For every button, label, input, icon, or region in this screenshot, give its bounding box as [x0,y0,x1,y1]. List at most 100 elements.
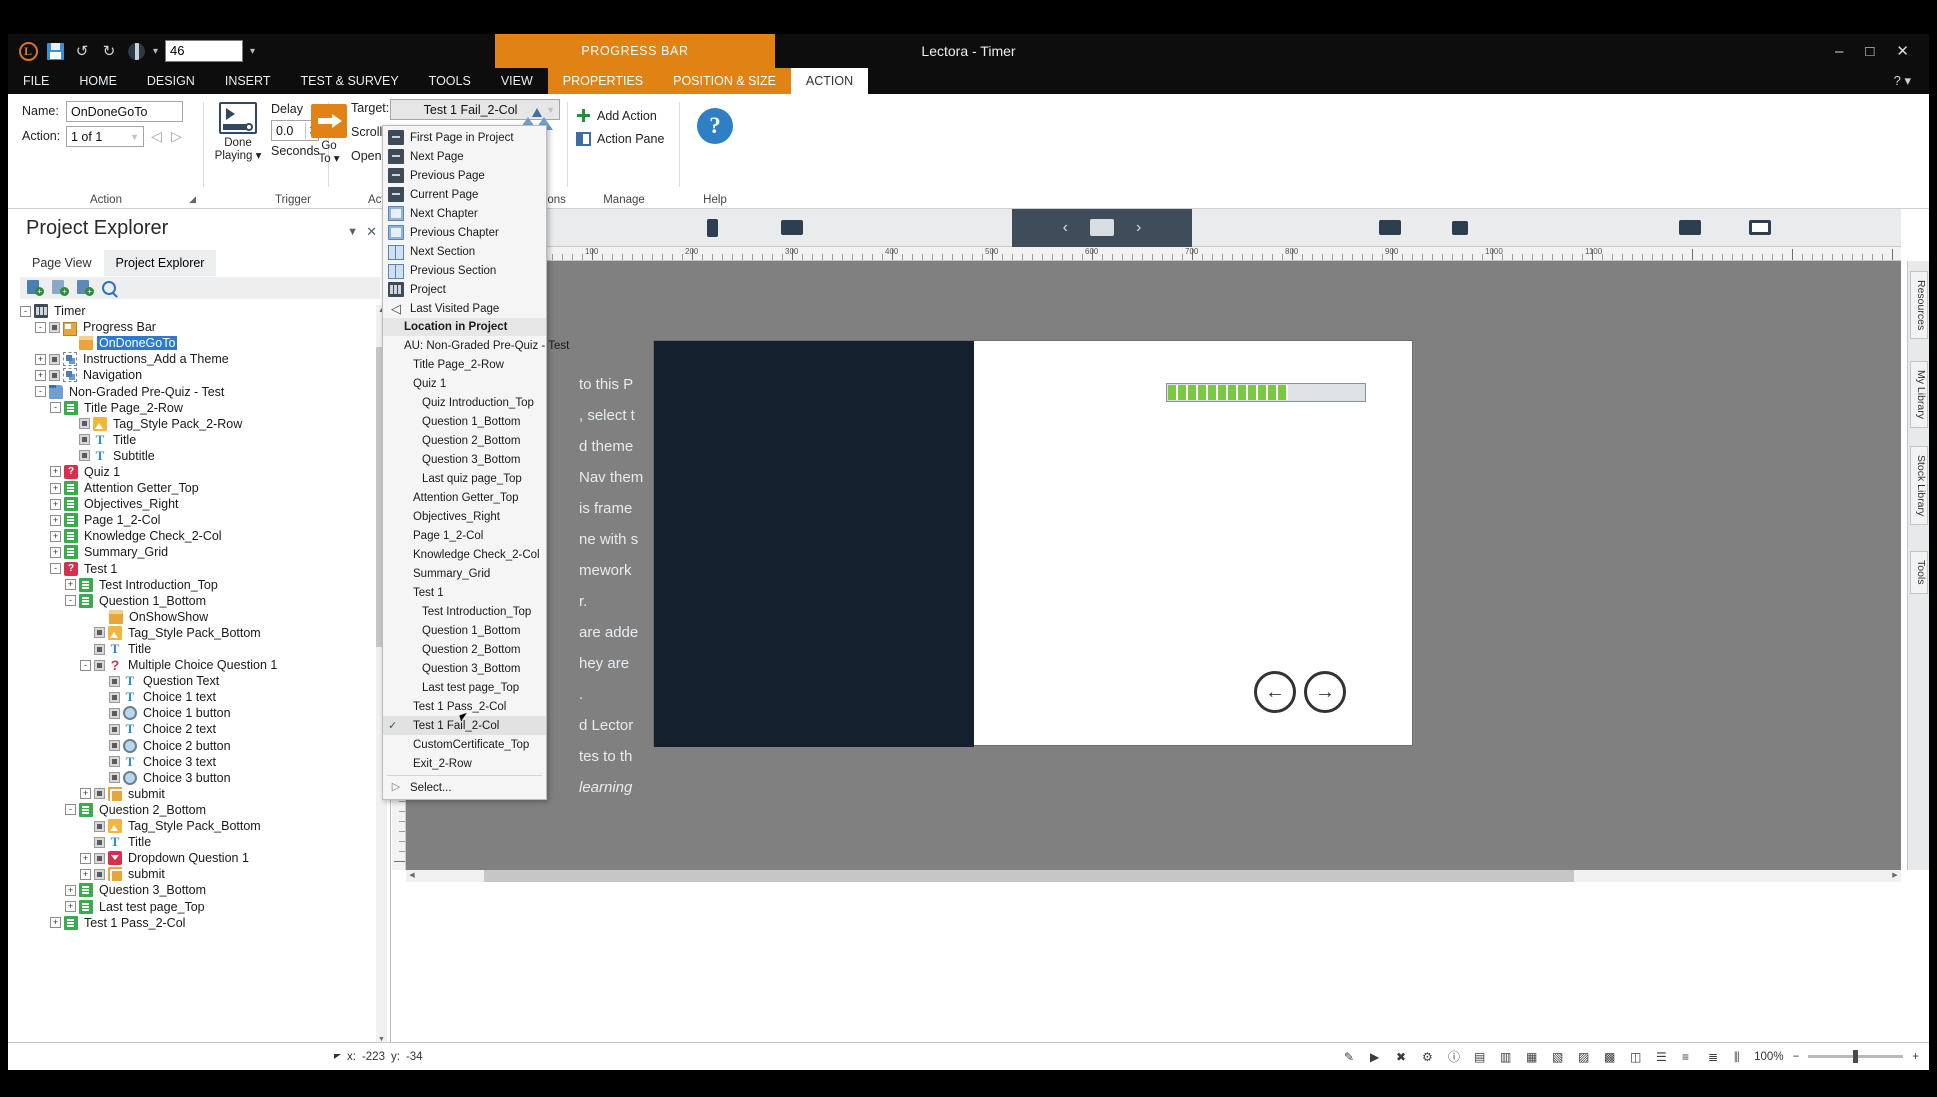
tree-item[interactable]: +Instructions_Add a Theme [20,351,378,367]
close-button[interactable]: ✕ [1896,42,1909,60]
action-dialog-launcher-icon[interactable]: ◢ [189,194,196,205]
tree-visibility-checkbox[interactable] [94,627,105,638]
page-canvas[interactable]: to this P, select td themeNav themis fra… [406,261,1901,870]
tree-item[interactable]: +Navigation [20,367,378,383]
device-tablet-wide[interactable] [1350,209,1430,247]
page-surface[interactable]: to this P, select td themeNav themis fra… [653,340,1413,746]
device-desktop-selected[interactable]: ‹ › [1012,209,1192,247]
maximize-button[interactable]: □ [1865,43,1874,60]
tree-item[interactable]: Choice 2 button [20,738,378,754]
tree-item[interactable]: +Question 3_Bottom [20,882,378,898]
tree-expander[interactable]: + [65,901,76,912]
menu-item[interactable]: Next Chapter [383,204,546,223]
menu-item[interactable]: Previous Chapter [383,223,546,242]
tree-visibility-checkbox[interactable] [94,660,105,671]
tree-item[interactable]: -Question 2_Bottom [20,802,378,818]
tree-item[interactable]: Tag_Style Pack_Bottom [20,818,378,834]
tree-expander[interactable]: + [35,370,46,381]
status-bar-icon-group[interactable]: ✎▶✖⚙ⓘ▤▥▦▧▨▩◫☰≡≣⫼ [1344,1050,1749,1064]
tree-expander[interactable]: - [50,402,61,413]
tree-item[interactable]: +Dropdown Question 1 [20,850,378,866]
zoom-out-button[interactable]: − [1793,1051,1800,1063]
tree-item[interactable]: TTitle [20,641,378,657]
pencil-icon[interactable]: ✎ [1344,1050,1359,1064]
device-prev-button[interactable]: ‹ [1063,219,1068,237]
quick-access-toolbar[interactable]: L ↺ ↻ ▾ 46 ▾ [18,38,255,64]
tree-expander[interactable]: + [50,466,61,477]
ungroup-icon[interactable]: ◫ [1630,1050,1645,1064]
tree-visibility-checkbox[interactable] [49,354,60,365]
project-explorer-tabs[interactable]: Page View Project Explorer [20,250,216,276]
tree-item[interactable]: TChoice 2 text [20,721,378,737]
menu-item[interactable]: Project [383,280,546,299]
tree-visibility-checkbox[interactable] [109,756,120,767]
next-action-button[interactable]: ▷ [168,126,185,147]
tree-item[interactable]: TTitle [20,834,378,850]
publish-icon[interactable] [126,41,146,61]
menu-item[interactable]: ◁Last Visited Page [383,299,546,318]
tree-expander[interactable]: - [80,660,91,671]
nav-previous-button[interactable]: ← [1254,671,1296,713]
menu-location-item[interactable]: Question 2_Bottom [383,640,546,659]
tree-visibility-checkbox[interactable] [94,821,105,832]
tab-project-explorer[interactable]: Project Explorer [104,250,217,276]
tree-expander[interactable]: - [65,804,76,815]
canvas-horizontal-scrollbar[interactable]: ◀ ▶ [406,870,1901,882]
menu-item-select[interactable]: ▷ Select... [383,778,546,797]
tree-item[interactable]: +Test 1 Pass_2-Col [20,915,378,931]
tree-visibility-checkbox[interactable] [79,434,90,445]
help-button[interactable]: ? [687,108,743,147]
tree-item[interactable]: +Summary_Grid [20,544,378,560]
done-playing-button[interactable]: Done Playing ▾ [210,102,266,163]
distribute-v-icon[interactable]: ▨ [1578,1050,1593,1064]
menu-location-item[interactable]: Question 3_Bottom [383,450,546,469]
tab-action[interactable]: ACTION [791,68,868,94]
delay-input[interactable]: 0.0 [272,124,305,138]
play-icon[interactable]: ▶ [1370,1050,1385,1064]
ribbon-help-icon[interactable]: ? ▾ [1894,73,1911,89]
tree-visibility-checkbox[interactable] [94,869,105,880]
outline-icon[interactable]: ≣ [1708,1050,1723,1064]
dock-tab-stock-library[interactable]: Stock Library [1910,446,1928,525]
tree-visibility-checkbox[interactable] [109,772,120,783]
action-index-select[interactable]: 1 of 1 ▼ [66,126,144,147]
menu-location-item[interactable]: Knowledge Check_2-Col [383,545,546,564]
scroll-left-icon[interactable]: ◀ [406,870,418,882]
tree-visibility-checkbox[interactable] [79,418,90,429]
tree-expander[interactable]: + [50,483,61,494]
prev-action-button[interactable]: ◁ [148,126,165,147]
tree-expander[interactable]: + [50,499,61,510]
qat-value-dropdown-icon[interactable]: ▾ [250,46,255,57]
menu-location-item[interactable]: Objectives_Right [383,507,546,526]
menu-location-item[interactable]: Attention Getter_Top [383,488,546,507]
target-dropdown-menu[interactable]: First Page in ProjectNext PagePrevious P… [382,125,547,800]
tab-home[interactable]: HOME [64,68,132,94]
menu-location-item[interactable]: Page 1_2-Col [383,526,546,545]
tab-properties[interactable]: PROPERTIES [548,68,658,94]
tree-item[interactable]: TChoice 3 text [20,754,378,770]
menu-location-item[interactable]: Question 1_Bottom [383,621,546,640]
tree-item[interactable]: OnDoneGoTo [20,335,378,351]
distribute-h-icon[interactable]: ▧ [1552,1050,1567,1064]
tree-visibility-checkbox[interactable] [94,788,105,799]
tree-visibility-checkbox[interactable] [94,644,105,655]
pin-panel-icon[interactable]: ▼ [347,226,358,238]
minimize-button[interactable]: – [1835,43,1843,60]
tree-expander[interactable]: + [80,869,91,880]
tree-item[interactable]: Choice 1 button [20,705,378,721]
menu-location-item[interactable]: AU: Non-Graded Pre-Quiz - Test [383,336,546,355]
menu-location-item[interactable]: Exit_2-Row [383,754,546,773]
dark-content-block[interactable]: to this P, select td themeNav themis fra… [654,341,974,747]
tree-item[interactable]: -Question 1_Bottom [20,593,378,609]
undo-icon[interactable]: ↺ [72,41,92,61]
tree-visibility-checkbox[interactable] [49,322,60,333]
ribbon-tab-strip[interactable]: FILE HOME DESIGN INSERT TEST & SURVEY TO… [8,68,1929,94]
tab-file[interactable]: FILE [8,68,64,94]
device-phone-landscape[interactable] [1650,209,1730,247]
error-icon[interactable]: ⚙ [1422,1050,1437,1064]
tree-visibility-checkbox[interactable] [109,724,120,735]
add-action-button[interactable]: Add Action [576,108,657,123]
tree-item[interactable]: TChoice 1 text [20,689,378,705]
zoom-in-button[interactable]: + [1912,1051,1919,1063]
responsive-device-bar[interactable]: ‹ › [392,209,1901,247]
